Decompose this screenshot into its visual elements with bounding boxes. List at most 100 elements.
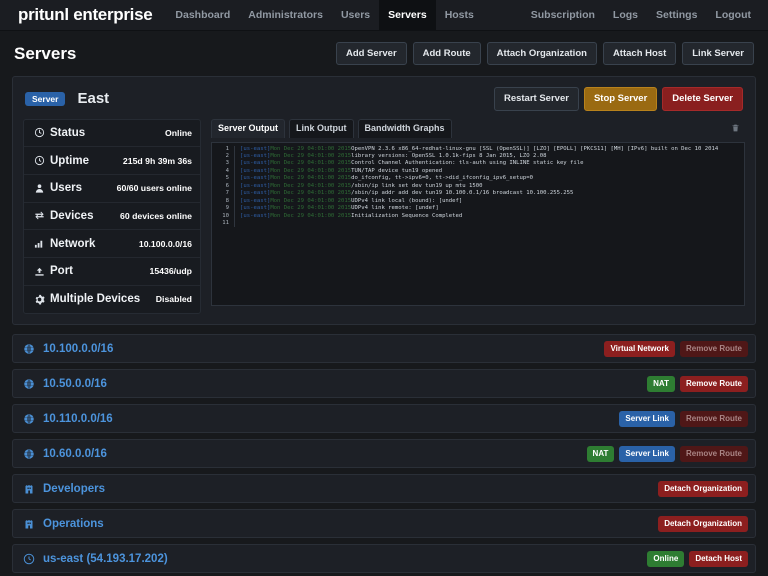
delete-server-button[interactable]: Delete Server: [662, 87, 743, 111]
nav-item-dashboard[interactable]: Dashboard: [166, 0, 239, 30]
list-item-label[interactable]: 10.110.0.0/16: [43, 413, 113, 425]
host-icon: [23, 553, 35, 565]
log-message: UDPv4 link remote: [undef]: [351, 205, 439, 212]
list-item[interactable]: Operations Detach Organization: [12, 509, 756, 539]
top-navbar: pritunl enterprise Dashboard Administrato…: [0, 0, 768, 31]
server-output-column: Server Output Link Output Bandwidth Graphs…: [211, 118, 745, 315]
log-host: [us-east]: [240, 182, 271, 189]
log-timestamp: Mon Dec 29 04:01:00 2015: [270, 212, 352, 219]
attach-host-button[interactable]: Attach Host: [602, 41, 677, 66]
info-label: Network: [50, 237, 96, 250]
attach-organization-button[interactable]: Attach Organization: [486, 41, 597, 66]
remove-route-button[interactable]: Remove Route: [679, 410, 748, 427]
add-server-button[interactable]: Add Server: [335, 41, 407, 66]
log-timestamp: Mon Dec 29 04:01:00 2015: [270, 190, 352, 197]
terminal-line: 5 [us-east] Mon Dec 29 04:01:00 2015 do_i…: [212, 175, 744, 183]
terminal-line: 6 [us-east] Mon Dec 29 04:01:00 2015 /sbi…: [212, 182, 744, 191]
nav-item-users[interactable]: Users: [332, 0, 379, 30]
info-row-status: Status Online: [24, 120, 200, 148]
user-icon: [32, 183, 46, 194]
log-host: [us-east]: [240, 197, 271, 204]
nav-item-hosts[interactable]: Hosts: [436, 0, 483, 30]
info-value: 15436/udp: [149, 266, 193, 277]
remove-route-button[interactable]: Remove Route: [679, 375, 748, 392]
log-message: library versions: OpenSSL 1.0.1k-fips 8 …: [351, 152, 547, 159]
tab-bandwidth-graphs[interactable]: Bandwidth Graphs: [357, 118, 452, 138]
terminal-output[interactable]: 1 [us-east] Mon Dec 29 04:01:00 2015 Open…: [211, 141, 745, 306]
attached-items-list: 10.100.0.0/16 Virtual Network Remove Route…: [12, 334, 756, 574]
line-number: 2: [225, 152, 229, 159]
nav-item-logs[interactable]: Logs: [604, 0, 647, 30]
list-item-actions: NAT Server Link Remove Route: [586, 445, 748, 462]
restart-server-button[interactable]: Restart Server: [493, 87, 579, 111]
line-number: 9: [225, 205, 229, 212]
server-name[interactable]: East: [77, 90, 109, 107]
clock-icon: [32, 155, 46, 166]
line-number: 8: [225, 197, 229, 204]
terminal-line: 7 [us-east] Mon Dec 29 04:01:00 2015 /sbi…: [212, 190, 744, 198]
gutter-divider: [234, 212, 235, 221]
log-host: [us-east]: [240, 205, 271, 212]
brand-logo[interactable]: pritunl enterprise: [0, 0, 166, 30]
upload-icon: [32, 266, 46, 277]
list-item[interactable]: 10.110.0.0/16 Server Link Remove Route: [12, 404, 756, 434]
status-badge: Online: [647, 550, 685, 567]
list-item-label[interactable]: Developers: [43, 483, 105, 495]
page-title: Servers: [14, 43, 77, 63]
log-message: /sbin/ip link set dev tun19 up mtu 1500: [351, 182, 483, 189]
info-value: 60/60 users online: [116, 183, 192, 194]
list-item-label[interactable]: 10.50.0.0/16: [43, 378, 107, 390]
status-badge: NAT: [586, 445, 615, 462]
line-number: 3: [225, 160, 229, 167]
remove-route-button[interactable]: Remove Route: [679, 340, 748, 357]
list-item-label[interactable]: 10.60.0.0/16: [43, 448, 107, 460]
log-message: OpenVPN 2.3.6 x86_64-redhat-linux-gnu [S…: [351, 145, 719, 152]
detach-organization-button[interactable]: Detach Organization: [658, 480, 748, 497]
info-label: Status: [50, 126, 86, 139]
list-item-label[interactable]: us-east (54.193.17.202): [43, 553, 168, 565]
list-item-actions: Virtual Network Remove Route: [604, 340, 748, 357]
log-timestamp: Mon Dec 29 04:01:00 2015: [270, 160, 352, 167]
gutter-divider: [234, 167, 235, 176]
tab-server-output[interactable]: Server Output: [211, 118, 286, 138]
list-item[interactable]: us-east (54.193.17.202) Online Detach Host: [12, 544, 756, 574]
list-item-label[interactable]: 10.100.0.0/16: [43, 343, 113, 355]
list-item-actions: Detach Organization: [658, 515, 748, 532]
list-item[interactable]: 10.60.0.0/16 NAT Server Link Remove Route: [12, 439, 756, 469]
primary-nav: Dashboard Administrators Users Servers Hosts: [166, 0, 482, 30]
log-message: Control Channel Authentication: tls-auth…: [351, 160, 584, 167]
output-tabs: Server Output Link Output Bandwidth Graphs: [211, 118, 745, 142]
globe-icon: [23, 413, 35, 425]
trash-icon[interactable]: [727, 119, 743, 137]
stop-server-button[interactable]: Stop Server: [583, 87, 658, 111]
signal-icon: [32, 238, 46, 249]
building-icon: [23, 483, 35, 495]
globe-icon: [23, 448, 35, 460]
nav-item-logout[interactable]: Logout: [706, 0, 760, 30]
list-item-label[interactable]: Operations: [43, 518, 104, 530]
detach-host-button[interactable]: Detach Host: [689, 550, 748, 567]
tab-link-output[interactable]: Link Output: [289, 118, 354, 138]
nav-item-subscription[interactable]: Subscription: [522, 0, 604, 30]
link-server-button[interactable]: Link Server: [682, 41, 754, 66]
nav-item-settings[interactable]: Settings: [647, 0, 706, 30]
terminal-line: 8 [us-east] Mon Dec 29 04:01:00 2015 UDPv…: [212, 197, 744, 206]
add-route-button[interactable]: Add Route: [412, 41, 481, 66]
list-item[interactable]: 10.50.0.0/16 NAT Remove Route: [12, 369, 756, 399]
server-type-badge: Server: [25, 91, 66, 106]
gutter-divider: [234, 220, 235, 228]
info-value: 215d 9h 39m 36s: [122, 155, 192, 166]
log-timestamp: Mon Dec 29 04:01:00 2015: [270, 152, 352, 159]
list-item[interactable]: 10.100.0.0/16 Virtual Network Remove Route: [12, 334, 756, 364]
nav-item-administrators[interactable]: Administrators: [239, 0, 332, 30]
remove-route-button[interactable]: Remove Route: [679, 445, 748, 462]
log-message: /sbin/ip addr add dev tun19 10.100.0.1/1…: [351, 190, 574, 197]
nav-item-servers[interactable]: Servers: [379, 0, 436, 30]
terminal-line: 2 [us-east] Mon Dec 29 04:01:00 2015 libr…: [212, 152, 744, 161]
gutter-divider: [234, 182, 235, 191]
status-badge: Virtual Network: [604, 340, 675, 357]
info-row-users: Users 60/60 users online: [24, 175, 200, 203]
detach-organization-button[interactable]: Detach Organization: [658, 515, 748, 532]
list-item[interactable]: Developers Detach Organization: [12, 474, 756, 504]
terminal-line: 3 [us-east] Mon Dec 29 04:01:00 2015 Cont…: [212, 160, 744, 168]
